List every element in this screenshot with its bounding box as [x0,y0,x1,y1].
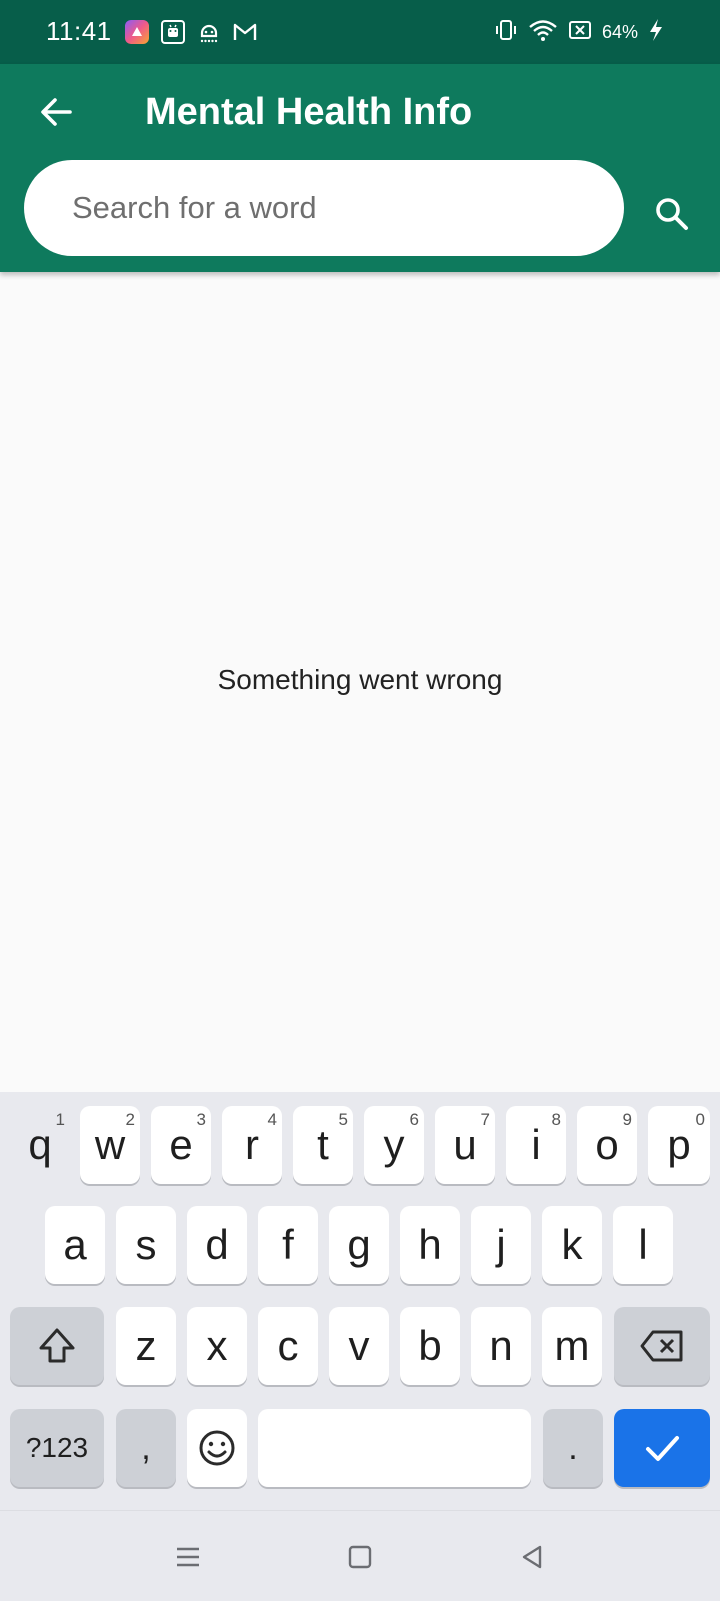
key-k[interactable]: k [542,1206,602,1284]
recent-apps-button[interactable] [168,1537,208,1577]
key-n[interactable]: n [471,1307,531,1385]
back-nav-button[interactable] [512,1537,552,1577]
search-box [24,160,624,256]
no-sim-icon [568,18,592,47]
status-bar: 11:41 64% [0,0,720,64]
symbols-key[interactable]: ?123 [10,1409,104,1487]
on-screen-keyboard: q1 w2 e3 r4 t5 y6 u7 i8 o9 p0 a s d f g … [0,1092,720,1510]
key-g[interactable]: g [329,1206,389,1284]
emoji-key[interactable] [187,1409,247,1487]
key-i[interactable]: i8 [506,1106,566,1184]
back-button[interactable] [32,88,80,136]
backspace-key[interactable] [614,1307,710,1385]
key-d[interactable]: d [187,1206,247,1284]
system-navigation-bar [0,1510,720,1601]
key-r[interactable]: r4 [222,1106,282,1184]
key-o[interactable]: o9 [577,1106,637,1184]
key-v[interactable]: v [329,1307,389,1385]
shift-icon [39,1328,75,1363]
triangle-back-icon [522,1545,542,1569]
page-title: Mental Health Info [145,91,473,133]
status-time: 11:41 [46,16,112,46]
key-u[interactable]: u7 [435,1106,495,1184]
app-notification-icon [124,19,150,45]
key-q[interactable]: q1 [10,1106,70,1184]
system-status-icons: 64% [494,18,664,46]
key-f[interactable]: f [258,1206,318,1284]
wifi-icon [528,18,558,47]
search-input[interactable] [72,160,592,256]
key-t[interactable]: t5 [293,1106,353,1184]
space-key[interactable] [258,1409,531,1487]
menu-lines-icon [177,1547,199,1567]
key-e[interactable]: e3 [151,1106,211,1184]
key-y[interactable]: y6 [364,1106,424,1184]
notification-icons [124,18,258,46]
key-b[interactable]: b [400,1307,460,1385]
android-icon [160,19,186,45]
home-button[interactable] [340,1537,380,1577]
error-message: Something went wrong [217,664,503,695]
alien-icon [196,19,222,45]
arrow-left-icon [41,98,72,126]
shift-key[interactable] [10,1307,104,1385]
key-j[interactable]: j [471,1206,531,1284]
search-button[interactable] [648,190,696,238]
battery-charging-icon [648,18,664,47]
checkmark-icon [646,1436,679,1461]
app-bar: Mental Health Info [0,64,720,272]
comma-key[interactable]: , [116,1409,176,1487]
emoji-icon [199,1430,235,1466]
key-w[interactable]: w2 [80,1106,140,1184]
key-x[interactable]: x [187,1307,247,1385]
square-icon [348,1545,372,1569]
search-icon [656,198,688,230]
key-s[interactable]: s [116,1206,176,1284]
key-z[interactable]: z [116,1307,176,1385]
key-l[interactable]: l [613,1206,673,1284]
key-h[interactable]: h [400,1206,460,1284]
key-a[interactable]: a [45,1206,105,1284]
key-c[interactable]: c [258,1307,318,1385]
battery-percent: 64% [601,21,638,42]
key-p[interactable]: p0 [648,1106,710,1184]
gmail-icon [232,19,258,45]
vibrate-icon [494,18,518,47]
key-m[interactable]: m [542,1307,602,1385]
period-key[interactable]: . [543,1409,603,1487]
backspace-icon [640,1330,683,1362]
done-key[interactable] [614,1409,710,1487]
